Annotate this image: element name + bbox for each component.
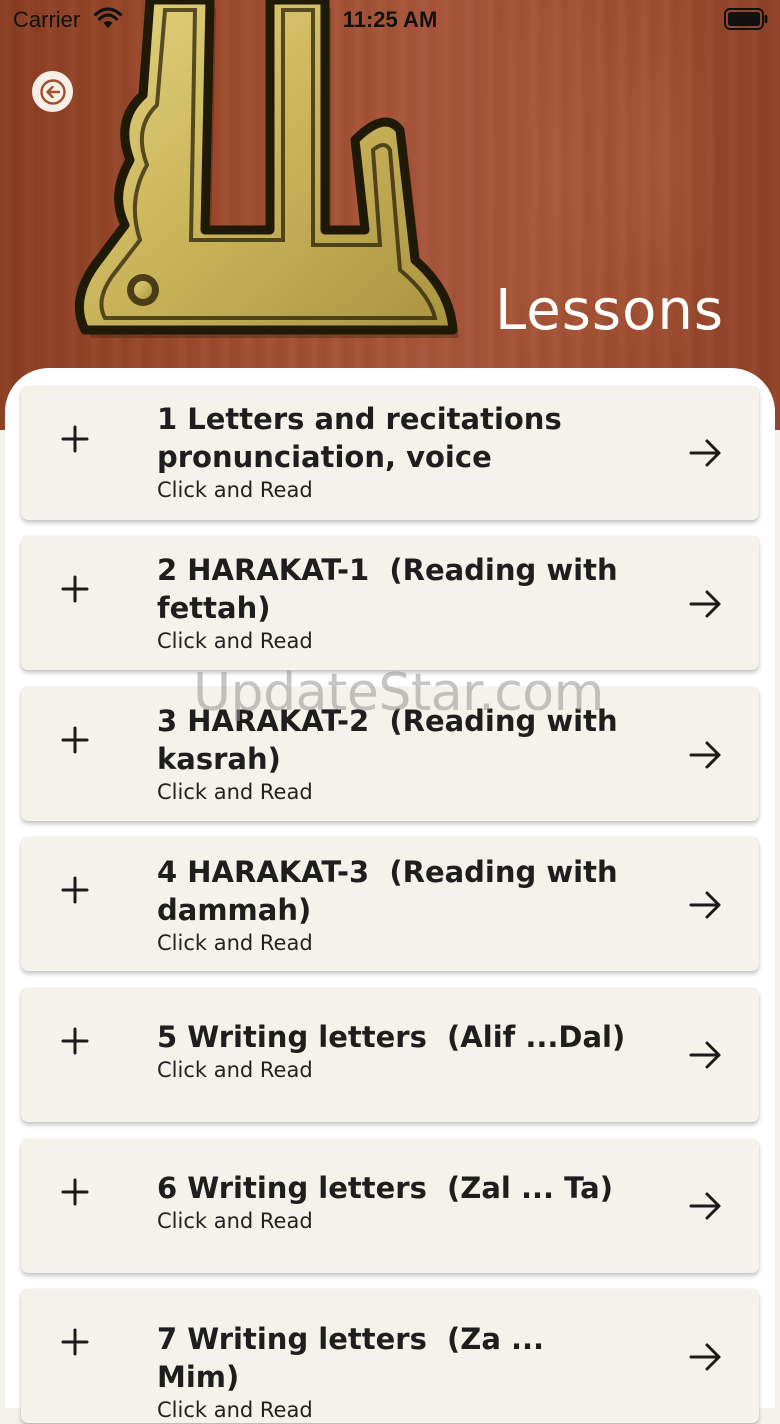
lesson-subtitle: Click and Read — [157, 780, 313, 804]
lesson-subtitle: Click and Read — [157, 1209, 313, 1233]
lesson-title: 5 Writing letters (Alif ...Dal) — [157, 1020, 626, 1054]
lesson-title: 7 Writing letters (Za ... Mim) — [157, 1322, 555, 1394]
lesson-subtitle: Click and Read — [157, 478, 313, 502]
lesson-text: 3 HARAKAT-2 (Reading with kasrah) Click … — [157, 702, 627, 806]
lesson-subtitle: Click and Read — [157, 931, 313, 955]
plus-icon[interactable] — [61, 575, 89, 603]
arrow-right-icon[interactable] — [689, 740, 723, 770]
battery-full-icon — [724, 8, 768, 30]
plus-icon[interactable] — [61, 876, 89, 904]
arrow-right-icon[interactable] — [689, 1191, 723, 1221]
plus-icon[interactable] — [61, 726, 89, 754]
lesson-title: 6 Writing letters (Zal ... Ta) — [157, 1171, 613, 1205]
lesson-text: 6 Writing letters (Zal ... Ta) Click and… — [157, 1169, 627, 1235]
plus-icon[interactable] — [61, 1027, 89, 1055]
lesson-card[interactable]: 3 HARAKAT-2 (Reading with kasrah) Click … — [21, 687, 759, 821]
lesson-title: 3 HARAKAT-2 (Reading with kasrah) — [157, 704, 628, 776]
arrow-right-icon[interactable] — [689, 1040, 723, 1070]
lesson-subtitle: Click and Read — [157, 1058, 313, 1082]
arrow-right-icon[interactable] — [689, 589, 723, 619]
lesson-text: 5 Writing letters (Alif ...Dal) Click an… — [157, 1018, 627, 1084]
lesson-text: 1 Letters and recitations pronunciation,… — [157, 400, 627, 504]
lessons-list: 1 Letters and recitations pronunciation,… — [5, 368, 775, 1423]
status-bar: Carrier 11:25 AM — [0, 0, 780, 40]
header: Carrier 11:25 AM Lessons — [0, 0, 780, 430]
lesson-card[interactable]: 1 Letters and recitations pronunciation,… — [21, 386, 759, 520]
lesson-subtitle: Click and Read — [157, 629, 313, 653]
lesson-subtitle: Click and Read — [157, 1398, 313, 1422]
lesson-card[interactable]: 5 Writing letters (Alif ...Dal) Click an… — [21, 988, 759, 1122]
status-time: 11:25 AM — [342, 7, 438, 32]
arrow-right-icon[interactable] — [689, 890, 723, 920]
lesson-card[interactable]: 4 HARAKAT-3 (Reading with dammah) Click … — [21, 837, 759, 971]
arrow-right-icon[interactable] — [689, 438, 723, 468]
lesson-title: 2 HARAKAT-1 (Reading with fettah) — [157, 553, 628, 625]
lesson-text: 2 HARAKAT-1 (Reading with fettah) Click … — [157, 551, 627, 655]
lesson-title: 1 Letters and recitations pronunciation,… — [157, 402, 572, 474]
lesson-text: 7 Writing letters (Za ... Mim) Click and… — [157, 1320, 627, 1424]
page-title: Lessons — [495, 278, 724, 343]
lesson-card[interactable]: 2 HARAKAT-1 (Reading with fettah) Click … — [21, 536, 759, 670]
lesson-card[interactable]: 7 Writing letters (Za ... Mim) Click and… — [21, 1289, 759, 1423]
allah-calligraphy-image — [74, 0, 459, 338]
plus-icon[interactable] — [61, 1178, 89, 1206]
plus-icon[interactable] — [61, 1328, 89, 1356]
back-button[interactable] — [32, 71, 73, 112]
arrow-left-icon — [39, 78, 66, 105]
plus-icon[interactable] — [61, 425, 89, 453]
lesson-card[interactable]: 6 Writing letters (Zal ... Ta) Click and… — [21, 1139, 759, 1273]
lesson-text: 4 HARAKAT-3 (Reading with dammah) Click … — [157, 853, 627, 957]
arrow-right-icon[interactable] — [689, 1342, 723, 1372]
lesson-title: 4 HARAKAT-3 (Reading with dammah) — [157, 855, 628, 927]
